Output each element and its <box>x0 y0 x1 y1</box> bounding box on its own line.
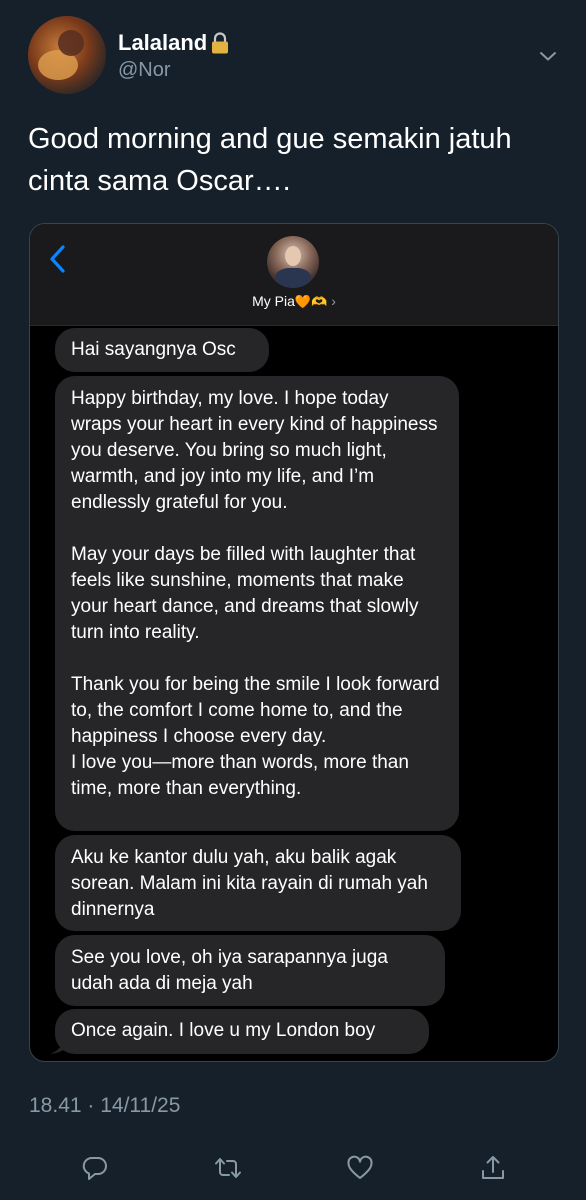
chat-header: My Pia🧡🫶 › <box>30 224 558 326</box>
chevron-down-icon[interactable] <box>536 44 560 68</box>
avatar-detail <box>275 268 311 288</box>
tweet-header: Lalaland @Nor <box>0 0 586 110</box>
retweet-icon[interactable] <box>214 1154 242 1182</box>
contact-name: My Pia🧡🫶 › <box>30 293 558 310</box>
message-bubble: Happy birthday, my love. I hope today wr… <box>55 376 459 831</box>
contact-name-text: My Pia <box>252 293 295 309</box>
lock-icon <box>210 32 230 54</box>
message-bubble: Aku ke kantor dulu yah, aku balik agak s… <box>55 835 461 931</box>
share-icon[interactable] <box>479 1154 507 1182</box>
message-bubble: Hai sayangnya Osc <box>55 328 269 372</box>
tweet-text: Good morning and gue semakin jatuh cinta… <box>28 123 512 197</box>
heart-icon[interactable] <box>346 1154 374 1182</box>
author-handle[interactable]: @Nor <box>118 59 171 82</box>
reply-icon[interactable] <box>81 1154 109 1182</box>
display-name-text: Lalaland <box>118 30 208 55</box>
tweet-media-image[interactable]: My Pia🧡🫶 › Hai sayangnya Osc Happy birthd… <box>29 223 559 1062</box>
avatar-detail <box>58 30 84 56</box>
message-bubble: Once again. I love u my London boy <box>55 1009 429 1054</box>
chevron-left-icon <box>48 244 68 274</box>
contact-avatar <box>267 236 319 288</box>
message-bubble: See you love, oh iya sarapannya juga uda… <box>55 935 445 1006</box>
chevron-right-icon: › <box>331 293 336 309</box>
contact-emojis: 🧡🫶 <box>294 294 328 309</box>
author-display-name[interactable]: Lalaland <box>118 30 230 56</box>
avatar-detail <box>285 246 301 266</box>
tweet-action-bar <box>0 1150 586 1190</box>
tweet-timestamp: 18.41 · 14/11/25 <box>29 1094 181 1117</box>
author-avatar[interactable] <box>28 16 106 94</box>
